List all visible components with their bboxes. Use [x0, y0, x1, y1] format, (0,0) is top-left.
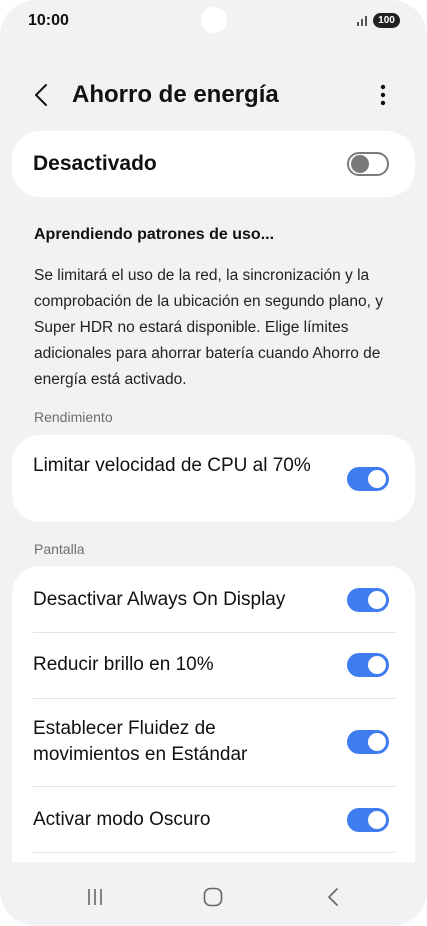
cpu-limit-toggle[interactable]	[347, 467, 389, 491]
toggle-knob	[368, 656, 386, 674]
setting-label-dark-mode: Activar modo Oscuro	[33, 809, 211, 830]
toggle-knob	[368, 591, 386, 609]
recents-icon	[88, 889, 102, 905]
setting-label-brightness: Reducir brillo en 10%	[33, 654, 214, 675]
battery-icon: 100	[373, 13, 400, 28]
divider	[33, 698, 395, 699]
recents-button[interactable]	[80, 882, 110, 912]
setting-label-aod: Desactivar Always On Display	[33, 589, 286, 610]
dark-mode-toggle[interactable]	[347, 808, 389, 832]
master-switch-label: Desactivado	[33, 152, 157, 175]
home-icon	[203, 887, 223, 907]
performance-card: Limitar velocidad de CPU al 70%	[12, 435, 415, 522]
app-header: Ahorro de energía	[0, 70, 427, 120]
toggle-knob	[351, 155, 369, 173]
signal-icon	[357, 16, 367, 26]
nav-back-button[interactable]	[318, 882, 348, 912]
camera-cutout	[201, 7, 227, 33]
toggle-knob	[368, 470, 386, 488]
chevron-left-icon	[35, 84, 47, 106]
navigation-bar	[0, 862, 427, 926]
motion-toggle[interactable]	[347, 730, 389, 754]
section-header-screen: Pantalla	[34, 541, 85, 557]
section-header-performance: Rendimiento	[34, 409, 113, 425]
setting-label-motion: Establecer Fluidez de movimientos en Est…	[33, 718, 248, 765]
learning-title: Aprendiendo patrones de uso...	[34, 226, 275, 243]
master-switch-card[interactable]: Desactivado	[12, 131, 415, 197]
more-options-button[interactable]	[368, 80, 398, 110]
page-title: Ahorro de energía	[72, 81, 279, 108]
master-toggle[interactable]	[347, 152, 389, 176]
home-button[interactable]	[198, 882, 228, 912]
screen-card: Desactivar Always On Display Reducir bri…	[12, 566, 415, 886]
status-bar: 10:00 100	[0, 0, 427, 44]
back-icon	[328, 888, 338, 906]
divider	[33, 786, 395, 787]
toggle-knob	[368, 733, 386, 751]
divider	[33, 632, 395, 633]
divider	[33, 852, 395, 853]
brightness-toggle[interactable]	[347, 653, 389, 677]
description-text: Se limitará el uso de la red, la sincron…	[34, 267, 383, 388]
toggle-knob	[368, 811, 386, 829]
phone-screen: 10:00 100 Ahorro de energía Desactivado	[0, 0, 427, 926]
more-vertical-icon	[380, 84, 386, 106]
back-button[interactable]	[26, 80, 56, 110]
setting-label-cpu: Limitar velocidad de CPU al 70%	[33, 455, 311, 476]
aod-toggle[interactable]	[347, 588, 389, 612]
status-time: 10:00	[28, 12, 69, 29]
